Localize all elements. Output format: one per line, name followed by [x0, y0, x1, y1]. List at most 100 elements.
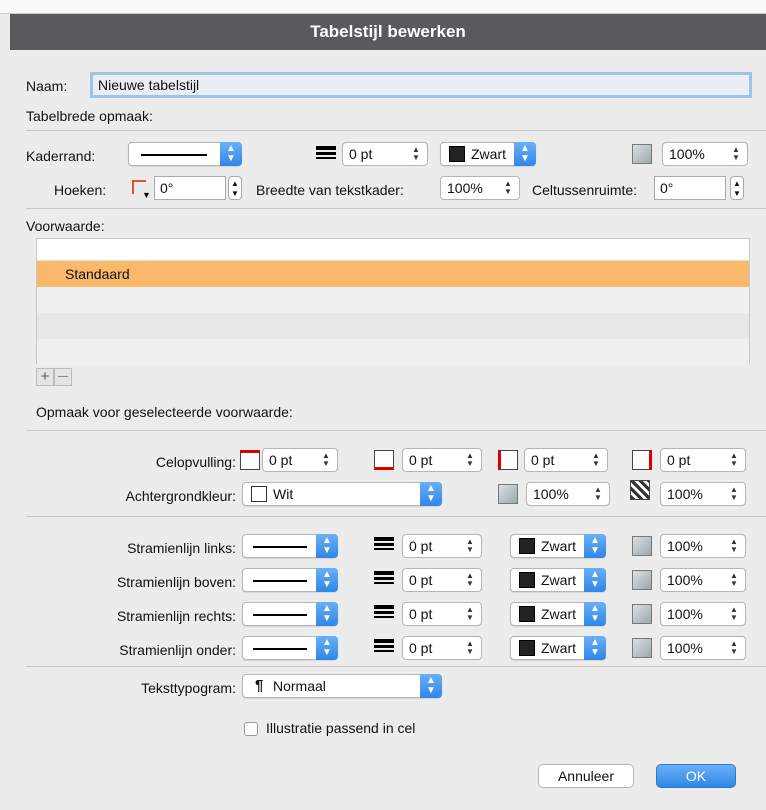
chevron-updown-icon: ▲ ▼ — [514, 142, 536, 166]
condition-list[interactable]: Standaard — [36, 238, 750, 365]
name-label: Naam: — [26, 78, 68, 94]
tint-icon — [632, 144, 652, 164]
stepper-arrows-icon[interactable]: ▲ ▼ — [591, 486, 605, 502]
text-style-select[interactable]: ¶ Normaal ▲ ▼ — [242, 674, 442, 698]
border-label: Kaderrand: — [26, 148, 96, 164]
tint-icon — [498, 484, 518, 504]
stepper-arrows-icon[interactable]: ▲ ▼ — [463, 452, 477, 468]
border-weight-value: 0 pt — [349, 146, 373, 162]
cancel-button[interactable]: Annuleer — [538, 764, 634, 788]
stroke-weight-stepper[interactable]: 0 pt ▲ ▼ — [402, 568, 482, 592]
stepper-arrows-icon[interactable]: ▲ ▼ — [463, 640, 477, 656]
text-style-label: Teksttypogram: — [141, 680, 236, 696]
fit-illustration-checkbox[interactable] — [244, 722, 258, 736]
remove-condition-button[interactable]: — — [54, 368, 72, 386]
stroke-line-preview — [253, 580, 307, 582]
stroke-row-label: Stramienlijn rechts: — [116, 608, 236, 624]
stepper-arrows-icon[interactable]: ▲ ▼ — [729, 146, 743, 162]
stepper-arrows-icon[interactable]: ▲ ▼ — [463, 606, 477, 622]
stroke-type-select[interactable]: ▲ ▼ — [242, 568, 338, 592]
list-item[interactable] — [37, 313, 749, 339]
list-header — [37, 239, 749, 261]
name-field[interactable]: Nieuwe tabelstijl — [90, 72, 752, 98]
padding-right-stepper[interactable]: 0 pt ▲ ▼ — [660, 448, 746, 472]
chevron-updown-icon: ▲ ▼ — [316, 568, 338, 592]
stroke-weight-stepper[interactable]: 0 pt ▲ ▼ — [402, 534, 482, 558]
add-condition-button[interactable]: + — [36, 368, 54, 386]
chevron-updown-icon: ▲ ▼ — [316, 602, 338, 626]
list-item[interactable] — [37, 339, 749, 365]
color-swatch — [251, 486, 267, 502]
stroke-type-select[interactable]: ▲ ▼ — [242, 534, 338, 558]
stepper-arrows-icon[interactable]: ▲ ▼ — [727, 572, 741, 588]
background-strip — [0, 0, 766, 14]
stepper-arrows-icon[interactable]: ▲ ▼ — [589, 452, 603, 468]
corners-stepper-icon[interactable]: ▲ ▼ — [228, 176, 242, 200]
border-color-select[interactable]: Zwart ▲ ▼ — [440, 142, 536, 166]
chevron-updown-icon: ▲ ▼ — [316, 636, 338, 660]
stepper-arrows-icon[interactable]: ▲ ▼ — [409, 146, 423, 162]
stroke-weight-value: 0 pt — [409, 538, 433, 554]
tint-icon — [632, 638, 652, 658]
border-type-select[interactable]: ▲ ▼ — [128, 142, 242, 166]
stroke-weight-value: 0 pt — [409, 640, 433, 656]
background-opacity-stepper[interactable]: 100% ▲ ▼ — [660, 482, 746, 506]
divider — [26, 666, 766, 667]
list-item[interactable] — [37, 287, 749, 313]
ok-button[interactable]: OK — [656, 764, 736, 788]
stroke-type-select[interactable]: ▲ ▼ — [242, 602, 338, 626]
stroke-tint-stepper[interactable]: 100% ▲ ▼ — [660, 568, 746, 592]
stepper-arrows-icon[interactable]: ▲ ▼ — [463, 572, 477, 588]
stroke-tint-stepper[interactable]: 100% ▲ ▼ — [660, 602, 746, 626]
padding-bottom-stepper[interactable]: 0 pt ▲ ▼ — [402, 448, 482, 472]
padding-top-stepper[interactable]: 0 pt ▲ ▼ — [262, 448, 338, 472]
chevron-updown-icon: ▲ ▼ — [220, 142, 242, 166]
padding-left-value: 0 pt — [531, 452, 555, 468]
stroke-weight-stepper[interactable]: 0 pt ▲ ▼ — [402, 602, 482, 626]
corners-field[interactable]: 0° — [154, 176, 226, 200]
background-color-select[interactable]: Wit ▲ ▼ — [242, 482, 442, 506]
stroke-color-select[interactable]: Zwart ▲ ▼ — [510, 636, 606, 660]
border-color-value: Zwart — [471, 146, 506, 162]
stroke-type-select[interactable]: ▲ ▼ — [242, 636, 338, 660]
chevron-updown-icon: ▲ ▼ — [420, 482, 442, 506]
stepper-arrows-icon[interactable]: ▲ ▼ — [727, 486, 741, 502]
border-tint-stepper[interactable]: 100% ▲ ▼ — [662, 142, 748, 166]
chevron-updown-icon: ▲ ▼ — [316, 534, 338, 558]
stepper-arrows-icon[interactable]: ▲ ▼ — [727, 606, 741, 622]
padding-left-stepper[interactable]: 0 pt ▲ ▼ — [524, 448, 608, 472]
spacing-field[interactable]: 0° — [654, 176, 726, 200]
stroke-color-select[interactable]: Zwart ▲ ▼ — [510, 602, 606, 626]
stroke-tint-value: 100% — [667, 538, 703, 554]
corner-dropdown-icon[interactable]: ▼ — [142, 190, 151, 200]
padding-left-icon — [498, 450, 518, 470]
stepper-arrows-icon[interactable]: ▲ ▼ — [501, 180, 515, 196]
color-swatch — [519, 640, 535, 656]
border-weight-stepper[interactable]: 0 pt ▲ ▼ — [342, 142, 428, 166]
stroke-row-label: Stramienlijn boven: — [116, 574, 236, 590]
stepper-arrows-icon[interactable]: ▲ ▼ — [727, 452, 741, 468]
width-stepper[interactable]: 100% ▲ ▼ — [440, 176, 520, 200]
stroke-weight-icon — [374, 639, 394, 657]
stroke-weight-stepper[interactable]: 0 pt ▲ ▼ — [402, 636, 482, 660]
stepper-arrows-icon[interactable]: ▲ ▼ — [463, 538, 477, 554]
padding-bottom-icon — [374, 450, 394, 470]
condition-title: Voorwaarde: — [26, 218, 105, 234]
stroke-tint-value: 100% — [667, 640, 703, 656]
stroke-color-select[interactable]: Zwart ▲ ▼ — [510, 568, 606, 592]
format-section-title: Opmaak voor geselecteerde voorwaarde: — [36, 404, 293, 420]
divider — [26, 516, 766, 517]
padding-top-icon — [240, 450, 260, 470]
stepper-arrows-icon[interactable]: ▲ ▼ — [319, 452, 333, 468]
background-tint-stepper[interactable]: 100% ▲ ▼ — [526, 482, 610, 506]
stepper-arrows-icon[interactable]: ▲ ▼ — [727, 640, 741, 656]
stroke-tint-stepper[interactable]: 100% ▲ ▼ — [660, 636, 746, 660]
dialog: Naam: Nieuwe tabelstijl Tabelbrede opmaa… — [10, 50, 766, 810]
stroke-tint-stepper[interactable]: 100% ▲ ▼ — [660, 534, 746, 558]
spacing-stepper-icon[interactable]: ▲ ▼ — [730, 176, 744, 200]
color-swatch — [519, 606, 535, 622]
stepper-arrows-icon[interactable]: ▲ ▼ — [727, 538, 741, 554]
stroke-color-select[interactable]: Zwart ▲ ▼ — [510, 534, 606, 558]
padding-right-value: 0 pt — [667, 452, 691, 468]
list-item-standaard[interactable]: Standaard — [37, 261, 749, 287]
